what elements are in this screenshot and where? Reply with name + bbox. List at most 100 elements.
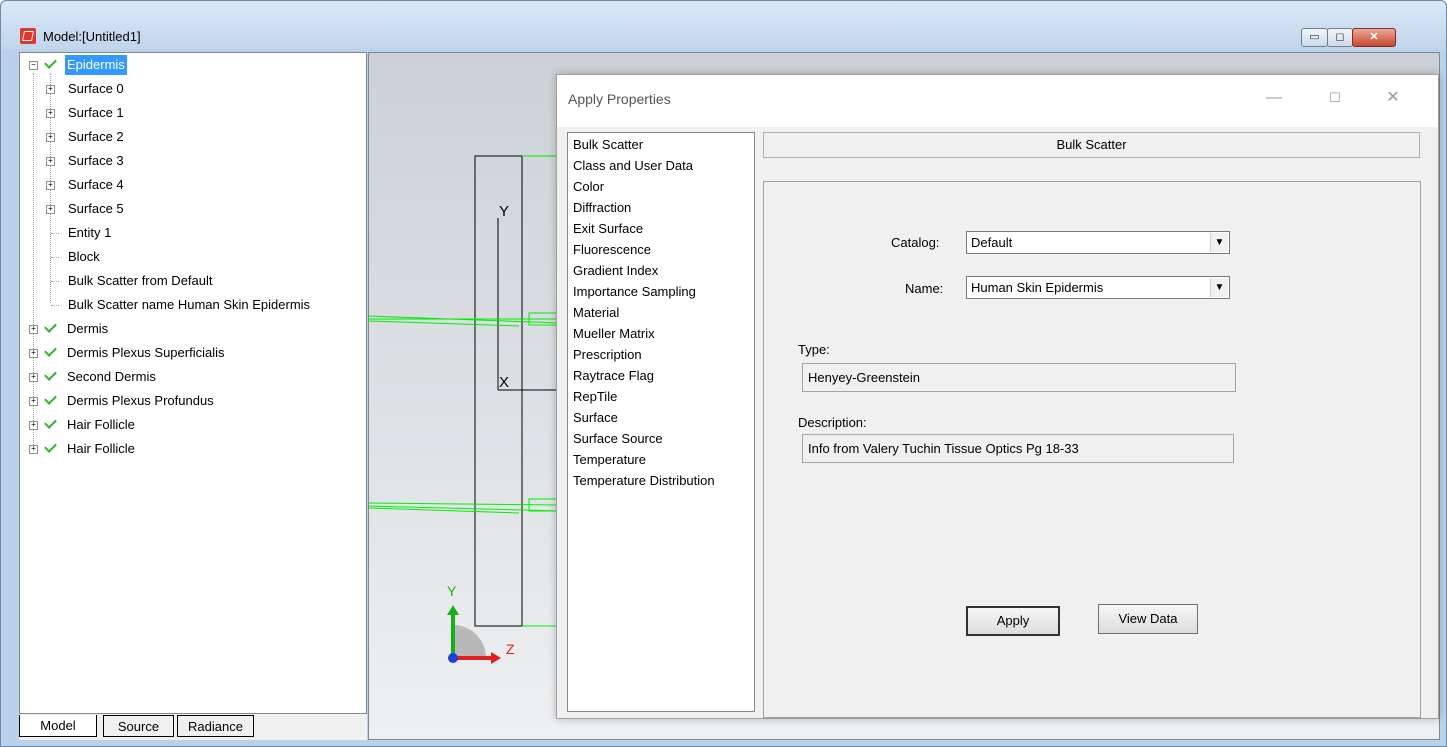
tree-item[interactable]: Bulk Scatter name Human Skin Epidermis	[20, 295, 360, 315]
triad-z-label: Z	[506, 641, 515, 657]
check-icon	[44, 440, 57, 453]
apply-properties-dialog: Apply Properties — ☐ ✕ Bulk Scatter Clas…	[556, 74, 1439, 719]
tree-item[interactable]: + Second Dermis	[20, 367, 360, 387]
tree-item[interactable]: + Surface 3	[20, 151, 360, 171]
property-list[interactable]: Bulk Scatter Class and User Data Color D…	[567, 132, 755, 712]
expand-icon[interactable]: +	[29, 325, 38, 334]
expand-icon[interactable]: +	[46, 181, 55, 190]
tree-item-label: Hair Follicle	[67, 417, 135, 432]
close-button[interactable]: ✕	[1352, 28, 1396, 47]
tab-radiance[interactable]: Radiance	[177, 715, 254, 737]
tree-item[interactable]: Block	[20, 247, 360, 267]
expand-icon[interactable]: +	[29, 373, 38, 382]
tree-item-label: Hair Follicle	[67, 441, 135, 456]
axis-x-label: X	[499, 374, 510, 391]
tree-item-label: Dermis	[67, 321, 109, 336]
description-field: Info from Valery Tuchin Tissue Optics Pg…	[802, 434, 1234, 463]
tree-line	[51, 281, 59, 282]
expand-icon[interactable]: +	[46, 205, 55, 214]
name-value: Human Skin Epidermis	[971, 280, 1104, 295]
check-icon	[44, 392, 57, 405]
property-item[interactable]: Temperature	[573, 449, 646, 470]
dialog-minimize-button[interactable]: —	[1264, 88, 1284, 108]
tree-item[interactable]: Bulk Scatter from Default	[20, 271, 360, 291]
bulk-scatter-form: Catalog: Default ▼ Name: Human Skin Epid…	[763, 181, 1421, 718]
dropdown-arrow-icon[interactable]: ▼	[1210, 278, 1228, 297]
expand-icon[interactable]: +	[29, 421, 38, 430]
tree-item-epidermis[interactable]: − Epidermis	[20, 55, 360, 75]
tree-item[interactable]: + Dermis Plexus Profundus	[20, 391, 360, 411]
triad-origin	[448, 653, 458, 663]
bottom-tab-bar: Model Source Radiance	[19, 714, 367, 740]
type-field: Henyey-Greenstein	[802, 363, 1236, 392]
expand-icon[interactable]: +	[46, 109, 55, 118]
dialog-title: Apply Properties	[568, 91, 671, 107]
property-item[interactable]: Mueller Matrix	[573, 323, 655, 344]
property-item[interactable]: Temperature Distribution	[573, 470, 715, 491]
dropdown-arrow-icon[interactable]: ▼	[1210, 233, 1228, 252]
tree-item[interactable]: + Surface 5	[20, 199, 360, 219]
property-item[interactable]: Gradient Index	[573, 260, 658, 281]
property-item[interactable]: Surface	[573, 407, 618, 428]
tree-item-label: Epidermis	[65, 55, 127, 75]
expand-icon[interactable]: +	[46, 133, 55, 142]
property-item[interactable]: Color	[573, 176, 604, 197]
tree-line	[51, 257, 59, 258]
tab-model[interactable]: Model	[19, 715, 97, 737]
property-item[interactable]: Fluorescence	[573, 239, 651, 260]
tree-item-label: Entity 1	[68, 225, 112, 240]
property-item[interactable]: Diffraction	[573, 197, 631, 218]
tree-item[interactable]: + Dermis Plexus Superficialis	[20, 343, 360, 363]
dialog-maximize-button[interactable]: ☐	[1325, 88, 1345, 108]
ray-line	[369, 502, 560, 506]
tree-item[interactable]: + Surface 4	[20, 175, 360, 195]
expand-icon[interactable]: +	[29, 445, 38, 454]
tree-item-label: Surface 5	[68, 201, 124, 216]
tree-item-label: Surface 4	[68, 177, 124, 192]
tree-item-label: Bulk Scatter name Human Skin Epidermis	[68, 297, 311, 312]
tree-item[interactable]: Entity 1	[20, 223, 360, 243]
check-icon	[44, 344, 57, 357]
title-bar[interactable]: Model:[Untitled1] ▭ ◻ ✕	[1, 1, 1446, 49]
tree-line	[51, 233, 59, 234]
triad-y-arrow	[447, 605, 459, 615]
property-item[interactable]: Surface Source	[573, 428, 663, 449]
property-item[interactable]: Raytrace Flag	[573, 365, 654, 386]
expand-icon[interactable]: +	[46, 85, 55, 94]
property-item[interactable]: Class and User Data	[573, 155, 693, 176]
property-item[interactable]: RepTile	[573, 386, 617, 407]
tree-item[interactable]: + Hair Follicle	[20, 439, 360, 459]
tree-line	[51, 305, 59, 306]
property-item-bulk-scatter[interactable]: Bulk Scatter	[573, 134, 643, 155]
dialog-close-button[interactable]: ✕	[1383, 88, 1403, 108]
maximize-button[interactable]: ◻	[1327, 28, 1353, 47]
collapse-icon[interactable]: −	[29, 61, 38, 70]
expand-icon[interactable]: +	[29, 397, 38, 406]
triad-y-label: Y	[447, 583, 457, 599]
expand-icon[interactable]: +	[29, 349, 38, 358]
section-header: Bulk Scatter	[763, 132, 1420, 158]
tree-item[interactable]: + Surface 1	[20, 103, 360, 123]
tree-item-label: Surface 2	[68, 129, 124, 144]
property-item[interactable]: Prescription	[573, 344, 642, 365]
name-dropdown[interactable]: Human Skin Epidermis ▼	[966, 276, 1230, 299]
tree-item[interactable]: + Surface 2	[20, 127, 360, 147]
dialog-title-bar[interactable]: Apply Properties — ☐ ✕	[557, 75, 1438, 127]
tree-item-label: Dermis Plexus Profundus	[67, 393, 214, 408]
minimize-button[interactable]: ▭	[1301, 28, 1328, 47]
catalog-label: Catalog:	[891, 235, 940, 250]
view-data-button[interactable]: View Data	[1098, 604, 1198, 634]
property-item[interactable]: Material	[573, 302, 619, 323]
tree-item-dermis[interactable]: + Dermis	[20, 319, 360, 339]
ray-line	[369, 320, 520, 327]
catalog-dropdown[interactable]: Default ▼	[966, 231, 1230, 254]
tree-item[interactable]: + Hair Follicle	[20, 415, 360, 435]
model-tree[interactable]: − Epidermis + Surface 0 + Surface 1 + Su…	[19, 52, 367, 714]
tree-item[interactable]: + Surface 0	[20, 79, 360, 99]
property-item[interactable]: Exit Surface	[573, 218, 643, 239]
apply-button[interactable]: Apply	[966, 606, 1060, 636]
property-item[interactable]: Importance Sampling	[573, 281, 696, 302]
expand-icon[interactable]: +	[46, 157, 55, 166]
tab-source[interactable]: Source	[103, 715, 174, 737]
type-label: Type:	[798, 342, 830, 357]
